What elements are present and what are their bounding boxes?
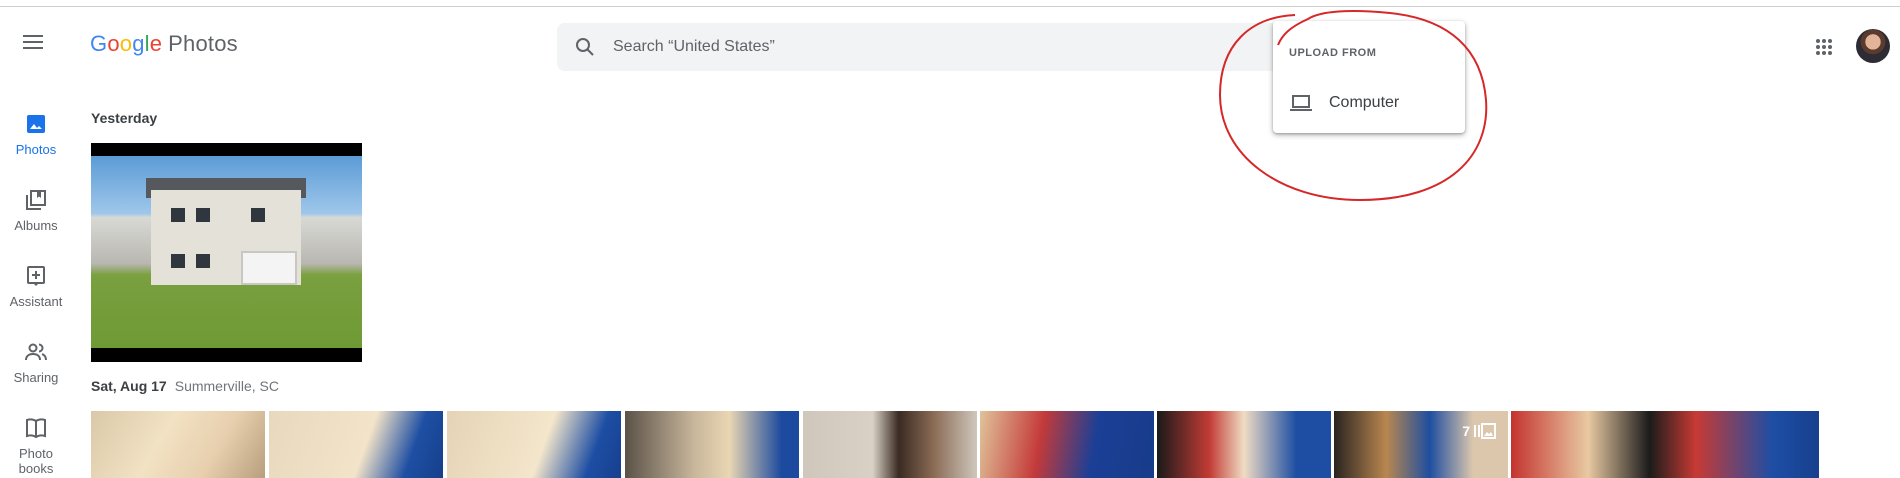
assistant-icon — [27, 266, 45, 286]
house-window — [196, 208, 210, 222]
logo-letter: G — [90, 31, 108, 56]
logo-letter: o — [107, 31, 120, 56]
logo-letter: o — [119, 31, 133, 56]
laptop-icon — [1290, 95, 1312, 111]
photo-thumbnail[interactable] — [1157, 411, 1331, 478]
upload-menu-heading: UPLOAD FROM — [1289, 47, 1377, 59]
photo-thumbnail[interactable] — [91, 411, 265, 478]
house-window — [196, 254, 210, 268]
house-window — [251, 208, 265, 222]
logo-product-name: Photos — [168, 31, 238, 56]
sidebar-item-label: Assistant — [9, 294, 63, 309]
search-input[interactable] — [613, 38, 1313, 56]
section-date: Yesterday — [91, 110, 158, 126]
logo-letter: e — [149, 31, 163, 56]
section-date: Sat, Aug 17 — [91, 378, 167, 394]
hamburger-icon — [23, 35, 43, 49]
section-header-aug-17: Sat, Aug 17 Summerville, SC — [91, 378, 279, 394]
photo-thumbnail[interactable] — [803, 411, 977, 478]
stack-photos-icon — [1474, 423, 1496, 439]
photo-thumbnail[interactable] — [447, 411, 621, 478]
garage-door — [241, 251, 297, 285]
photo-icon — [27, 115, 45, 133]
house-photo — [91, 156, 362, 348]
sidebar-item-label: Albums — [14, 218, 58, 233]
stack-count: 7 — [1462, 423, 1471, 439]
albums-icon — [26, 190, 46, 210]
upload-menu: UPLOAD FROM Computer — [1273, 21, 1465, 133]
logo-letter: g — [132, 31, 145, 56]
search-icon[interactable] — [557, 23, 613, 71]
main-menu-button[interactable] — [18, 27, 48, 57]
sidebar-item-assistant[interactable]: Assistant — [0, 264, 72, 309]
photo-thumbnail[interactable] — [1511, 411, 1819, 478]
sidebar-item-label: Sharing — [13, 370, 59, 385]
house-window — [171, 254, 185, 268]
sidebar-item-photos[interactable]: Photos — [0, 112, 72, 157]
section-location[interactable]: Summerville, SC — [175, 378, 279, 394]
stack-count-badge: 7 — [1462, 423, 1496, 439]
app-header: Google Photos — [0, 7, 1900, 71]
sidebar-item-label: Photo books — [18, 446, 54, 476]
account-avatar[interactable] — [1856, 29, 1890, 63]
house-window — [171, 208, 185, 222]
sidebar-item-photo-books[interactable]: Photo books — [0, 416, 72, 476]
sidebar-item-albums[interactable]: Albums — [0, 188, 72, 233]
google-photos-logo[interactable]: Google Photos — [90, 31, 238, 57]
photo-thumbnail[interactable] — [91, 143, 362, 362]
sidebar-item-label: Photos — [15, 142, 57, 157]
photo-book-icon — [26, 418, 46, 439]
sharing-icon — [25, 343, 47, 361]
upload-from-computer-option[interactable]: Computer — [1273, 83, 1465, 123]
sidebar-item-sharing[interactable]: Sharing — [0, 340, 72, 385]
section-header-yesterday: Yesterday — [91, 110, 157, 126]
photo-thumbnail[interactable] — [269, 411, 443, 478]
apps-launcher-button[interactable] — [1810, 33, 1838, 61]
upload-option-label: Computer — [1329, 94, 1400, 111]
photo-thumbnail[interactable]: 7 — [1334, 411, 1508, 478]
photo-thumbnail[interactable] — [980, 411, 1154, 478]
photo-thumbnail[interactable] — [625, 411, 799, 478]
apps-grid-icon — [1816, 39, 1832, 55]
